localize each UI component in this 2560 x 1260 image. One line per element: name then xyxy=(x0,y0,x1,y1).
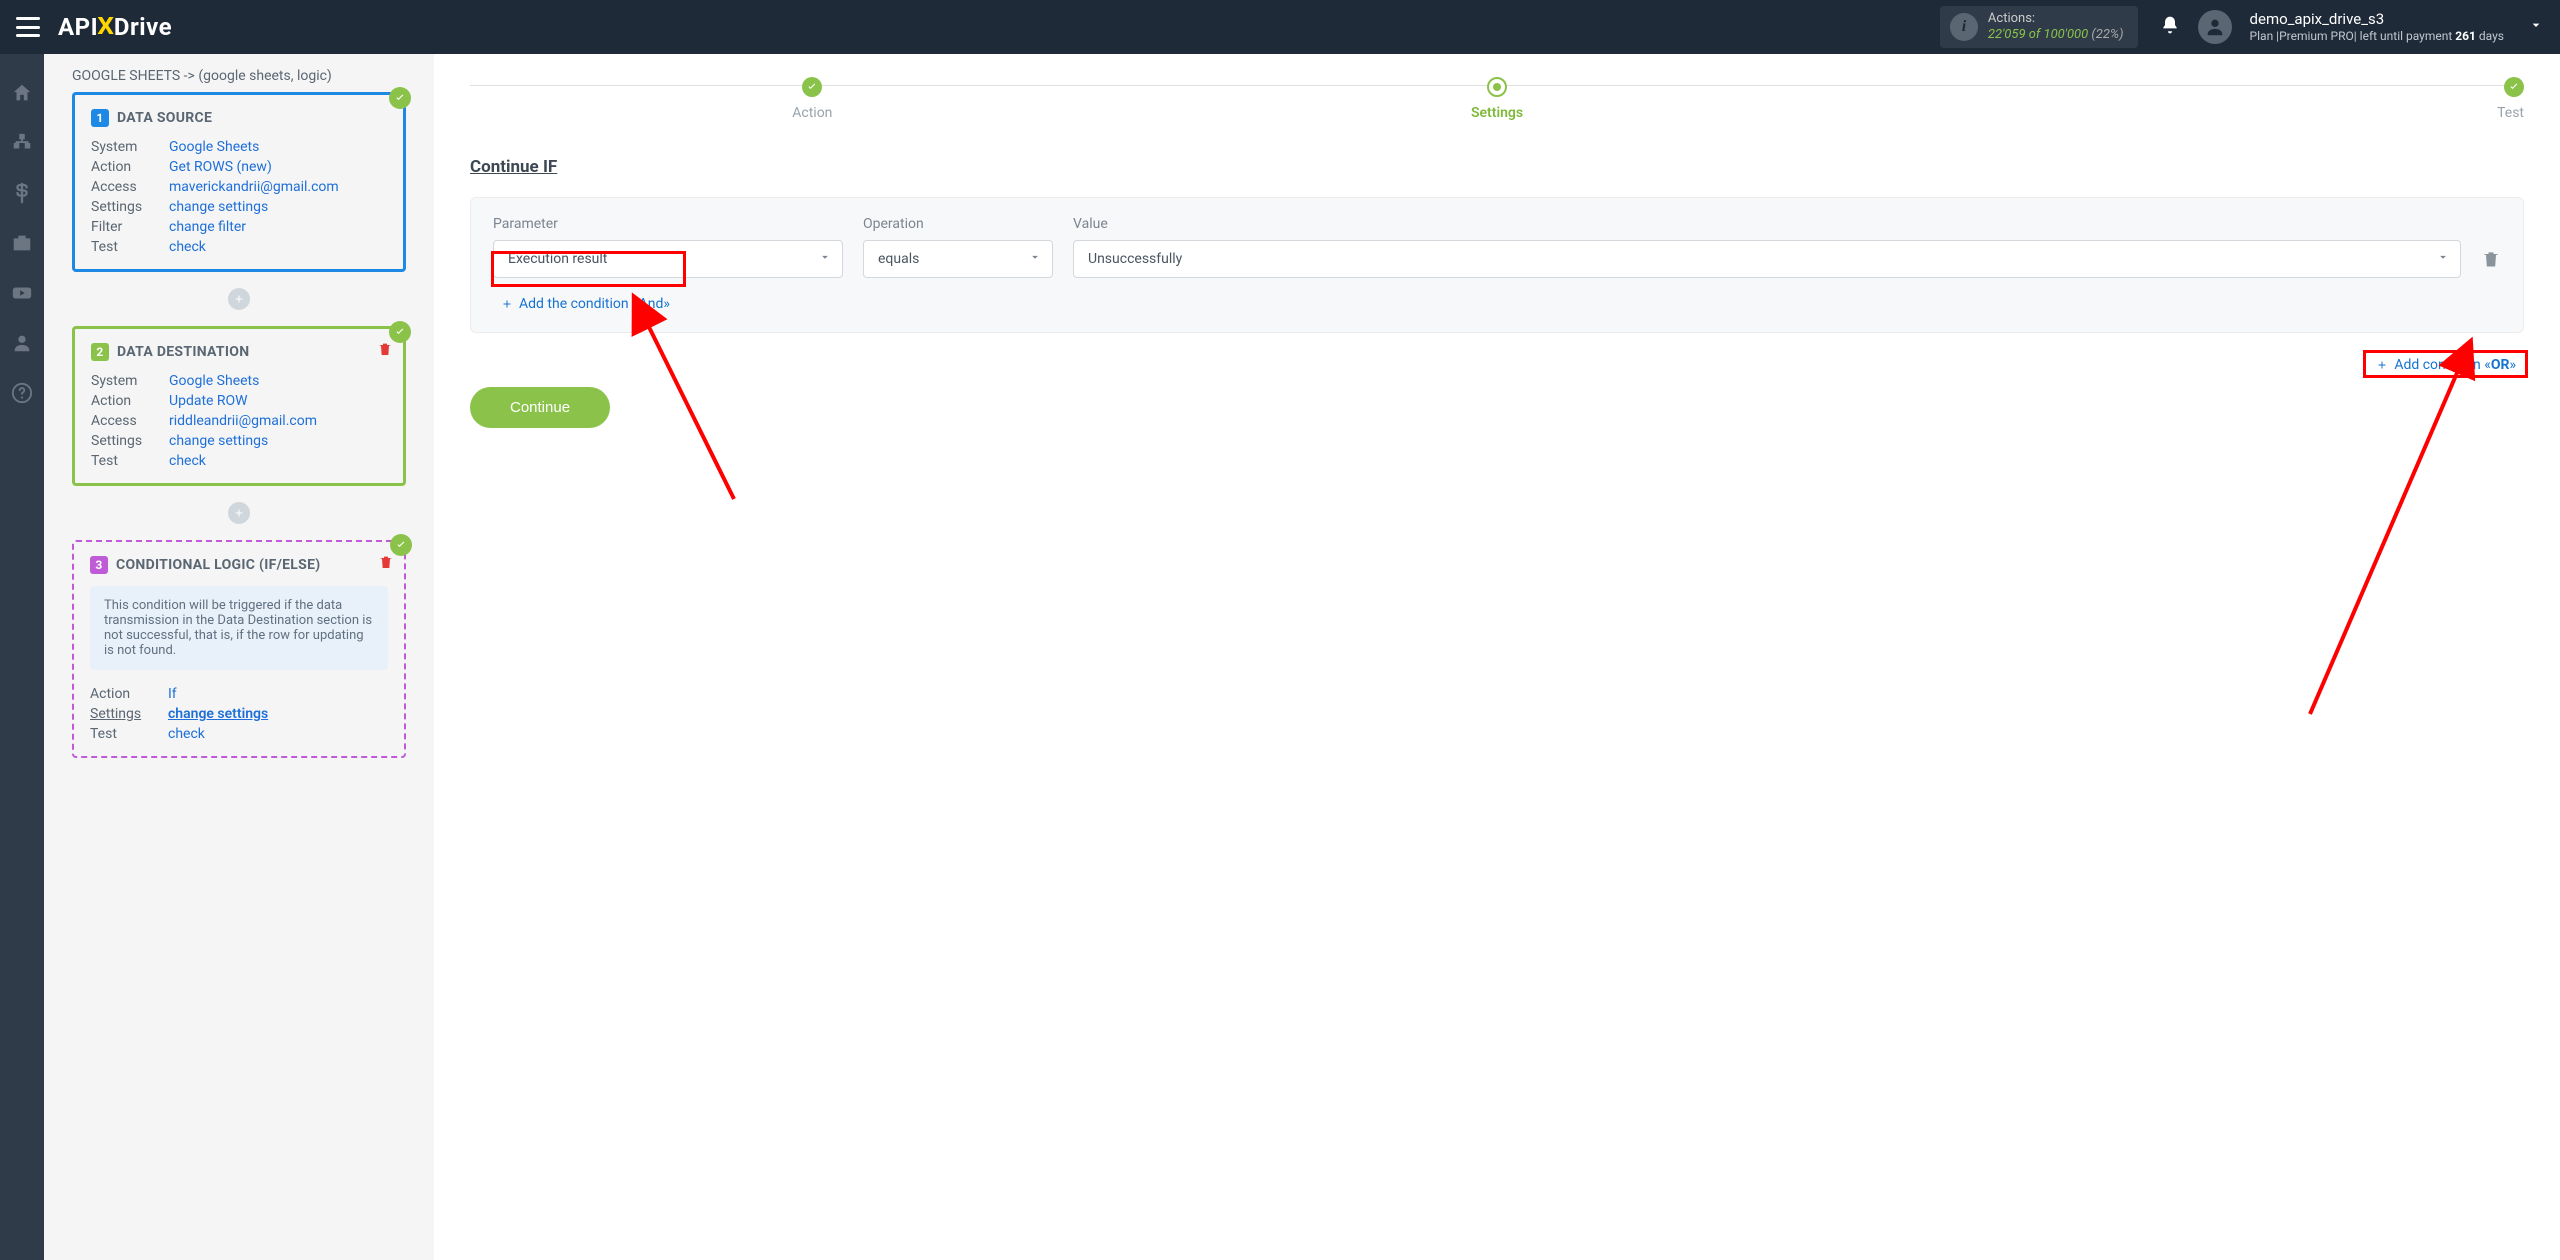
add-step-button[interactable] xyxy=(228,288,250,310)
add-and-condition[interactable]: Add the condition «And» xyxy=(493,292,678,316)
logo[interactable]: APIXDrive xyxy=(58,13,172,41)
source-settings[interactable]: change settings xyxy=(169,199,387,215)
source-test[interactable]: check xyxy=(169,239,387,255)
card-conditional-logic: 3CONDITIONAL LOGIC (IF/ELSE) This condit… xyxy=(72,540,406,758)
topbar: APIXDrive i Actions: 22'059 of 100'000 (… xyxy=(0,0,2560,54)
menu-toggle[interactable] xyxy=(16,17,40,37)
left-rail xyxy=(0,54,44,1260)
user-plan: Plan |Premium PRO| left until payment 26… xyxy=(2250,29,2504,44)
add-step-button[interactable] xyxy=(228,502,250,524)
breadcrumb: GOOGLE SHEETS -> (google sheets, logic) xyxy=(72,68,406,84)
source-access[interactable]: maverickandrii@gmail.com xyxy=(169,179,387,195)
expand-user-menu[interactable] xyxy=(2528,17,2544,37)
dest-system[interactable]: Google Sheets xyxy=(169,373,387,389)
logic-action[interactable]: If xyxy=(168,686,388,702)
add-or-condition[interactable]: Add condition «OR» xyxy=(2368,353,2524,377)
card-data-source: 1DATA SOURCE SystemGoogle Sheets ActionG… xyxy=(72,92,406,272)
label-value: Value xyxy=(1073,216,2501,232)
logo-pre: API xyxy=(58,13,98,41)
delete-condition-icon[interactable] xyxy=(2481,249,2501,269)
wizard-steps: Action Settings Test xyxy=(470,76,2524,121)
select-value[interactable]: Unsuccessfully xyxy=(1073,240,2461,278)
check-icon xyxy=(389,321,411,343)
select-parameter[interactable]: Execution result xyxy=(493,240,843,278)
continue-button[interactable]: Continue xyxy=(470,387,610,428)
briefcase-icon[interactable] xyxy=(11,232,33,254)
step-test[interactable]: Test xyxy=(1839,77,2524,121)
annotation-arrow-or xyxy=(2300,354,2480,728)
continue-if-heading: Continue IF xyxy=(470,157,2524,177)
dest-test[interactable]: check xyxy=(169,453,387,469)
sitemap-icon[interactable] xyxy=(11,132,33,154)
avatar[interactable] xyxy=(2198,10,2232,44)
info-icon: i xyxy=(1950,13,1978,41)
select-operation[interactable]: equals xyxy=(863,240,1053,278)
user-name: demo_apix_drive_s3 xyxy=(2250,10,2504,29)
dest-action[interactable]: Update ROW xyxy=(169,393,387,409)
delete-destination-icon[interactable] xyxy=(377,341,393,357)
source-system[interactable]: Google Sheets xyxy=(169,139,387,155)
logic-test[interactable]: check xyxy=(168,726,388,742)
label-parameter: Parameter xyxy=(493,216,843,232)
sidebar: GOOGLE SHEETS -> (google sheets, logic) … xyxy=(44,54,434,1260)
dest-settings[interactable]: change settings xyxy=(169,433,387,449)
annotation-arrow-and xyxy=(634,309,754,513)
youtube-icon[interactable] xyxy=(11,282,33,304)
card-title: DATA SOURCE xyxy=(117,110,212,126)
source-filter[interactable]: change filter xyxy=(169,219,387,235)
check-icon xyxy=(390,534,412,556)
label-operation: Operation xyxy=(863,216,1053,232)
step-settings[interactable]: Settings xyxy=(1155,76,1840,121)
logo-x: X xyxy=(97,12,114,40)
chevron-down-icon xyxy=(2436,250,2450,268)
dest-access[interactable]: riddleandrii@gmail.com xyxy=(169,413,387,429)
logic-settings[interactable]: change settings xyxy=(168,706,388,722)
main: Action Settings Test Continue IF Paramet… xyxy=(434,54,2560,1260)
chevron-down-icon xyxy=(818,250,832,268)
source-action[interactable]: Get ROWS (new) xyxy=(169,159,387,175)
actions-badge[interactable]: i Actions: 22'059 of 100'000 (22%) xyxy=(1940,6,2138,47)
actions-value: 22'059 of 100'000 (22%) xyxy=(1988,27,2124,42)
chevron-down-icon xyxy=(1028,250,1042,268)
actions-title: Actions: xyxy=(1988,12,2124,26)
card-title: CONDITIONAL LOGIC (IF/ELSE) xyxy=(116,557,320,573)
card-data-destination: 2DATA DESTINATION SystemGoogle Sheets Ac… xyxy=(72,326,406,486)
logo-post: Drive xyxy=(114,13,172,41)
filter-panel: Parameter Operation Value Execution resu… xyxy=(470,197,2524,333)
delete-logic-icon[interactable] xyxy=(378,554,394,570)
user-icon[interactable] xyxy=(11,332,33,354)
check-icon xyxy=(389,87,411,109)
home-icon[interactable] xyxy=(11,82,33,104)
help-icon[interactable] xyxy=(11,382,33,404)
step-action[interactable]: Action xyxy=(470,77,1155,121)
user-block[interactable]: demo_apix_drive_s3 Plan |Premium PRO| le… xyxy=(2250,10,2504,44)
card-title: DATA DESTINATION xyxy=(117,344,249,360)
logic-note: This condition will be triggered if the … xyxy=(90,586,388,670)
dollar-icon[interactable] xyxy=(11,182,33,204)
bell-icon[interactable] xyxy=(2160,15,2180,39)
